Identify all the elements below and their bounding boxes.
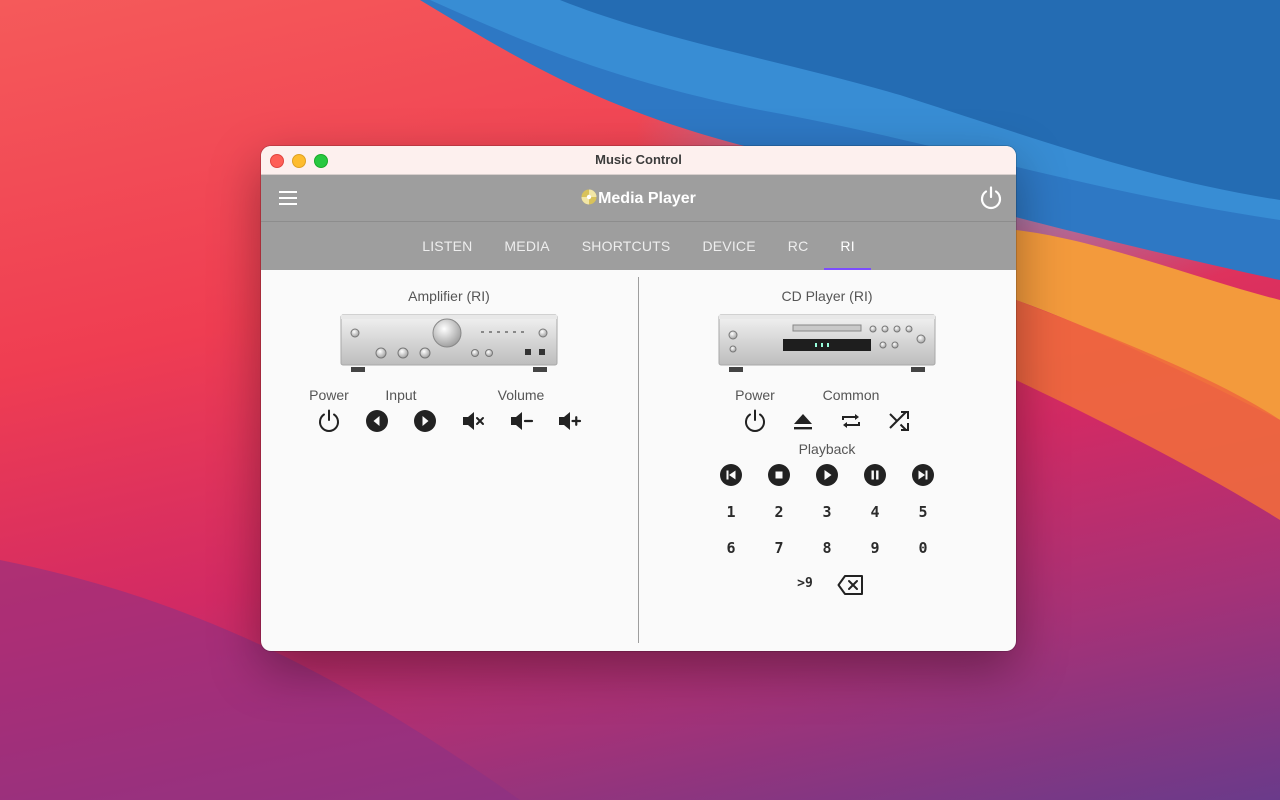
amp-power-label: Power (309, 387, 349, 403)
cd-power-label: Power (735, 387, 775, 403)
stop-icon (768, 464, 790, 486)
cd-stop-button[interactable] (764, 460, 794, 490)
cd-digit-2-button[interactable]: 2 (767, 500, 791, 524)
amp-volume-down-button[interactable] (506, 406, 536, 436)
cd-digit-3-button[interactable]: 3 (815, 500, 839, 524)
cd-digit-9-button[interactable]: 9 (863, 536, 887, 560)
app-title: Media Player (261, 189, 1016, 210)
cd-power-button[interactable] (740, 406, 770, 436)
cd-digit-7-button[interactable]: 7 (767, 536, 791, 560)
cd-digit-0-button[interactable]: 0 (911, 536, 935, 560)
amp-volume-label: Volume (497, 387, 545, 403)
panel-divider (638, 277, 639, 643)
cd-player-image (717, 311, 937, 378)
power-icon (745, 409, 765, 432)
skip-previous-icon (720, 464, 742, 486)
pause-icon (864, 464, 886, 486)
tab-device[interactable]: DEVICE (686, 222, 771, 270)
cd-pause-button[interactable] (860, 460, 890, 490)
tab-bar: LISTEN MEDIA SHORTCUTS DEVICE RC RI (261, 222, 1016, 270)
tab-listen[interactable]: LISTEN (406, 222, 488, 270)
volume-mute-icon (463, 412, 484, 430)
amp-mute-button[interactable] (458, 406, 488, 436)
cd-digit-8-button[interactable]: 8 (815, 536, 839, 560)
shuffle-icon (889, 411, 909, 431)
skip-next-icon (912, 464, 934, 486)
tab-ri[interactable]: RI (824, 222, 872, 270)
cd-repeat-button[interactable] (836, 406, 866, 436)
amp-power-button[interactable] (314, 406, 344, 436)
tab-shortcuts[interactable]: SHORTCUTS (566, 222, 687, 270)
cd-greater-than-nine-button[interactable]: >9 (791, 572, 819, 596)
tab-rc[interactable]: RC (772, 222, 825, 270)
power-icon[interactable] (978, 185, 1004, 211)
play-icon (816, 464, 838, 486)
volume-down-icon (511, 412, 534, 430)
amplifier-title: Amplifier (RI) (408, 288, 490, 304)
cd-digit-1-button[interactable]: 1 (719, 500, 743, 524)
amp-input-label: Input (385, 387, 417, 403)
cd-digit-4-button[interactable]: 4 (863, 500, 887, 524)
cd-player-title: CD Player (RI) (781, 288, 873, 304)
cd-backspace-button[interactable] (836, 570, 866, 600)
repeat-icon (842, 414, 860, 428)
cd-shuffle-button[interactable] (884, 406, 914, 436)
window-titlebar: Music Control (261, 146, 1016, 175)
disc-icon (581, 189, 597, 210)
cd-common-label: Common (822, 387, 880, 403)
amp-volume-up-button[interactable] (554, 406, 584, 436)
cd-playback-label: Playback (798, 441, 856, 457)
cd-digit-5-button[interactable]: 5 (911, 500, 935, 524)
cd-previous-track-button[interactable] (716, 460, 746, 490)
eject-icon (794, 414, 812, 430)
cd-play-button[interactable] (812, 460, 842, 490)
power-icon (319, 409, 339, 432)
arrow-left-circle-icon (366, 410, 388, 432)
backspace-icon (837, 575, 863, 595)
cd-eject-button[interactable] (788, 406, 818, 436)
amp-input-prev-button[interactable] (362, 406, 392, 436)
tab-media[interactable]: MEDIA (488, 222, 565, 270)
amp-input-next-button[interactable] (410, 406, 440, 436)
amplifier-image (339, 311, 559, 378)
cd-digit-6-button[interactable]: 6 (719, 536, 743, 560)
cd-next-track-button[interactable] (908, 460, 938, 490)
arrow-right-circle-icon (414, 410, 436, 432)
window-title: Music Control (595, 152, 682, 167)
app-title-text: Media Player (598, 190, 696, 207)
app-bar: Media Player (261, 175, 1016, 222)
app-window: Music Control Media Player LISTEN MEDIA … (261, 146, 1016, 651)
volume-up-icon (559, 412, 582, 430)
ri-panel: Amplifier (RI) Power Input Volume CD Pla… (261, 269, 1016, 651)
